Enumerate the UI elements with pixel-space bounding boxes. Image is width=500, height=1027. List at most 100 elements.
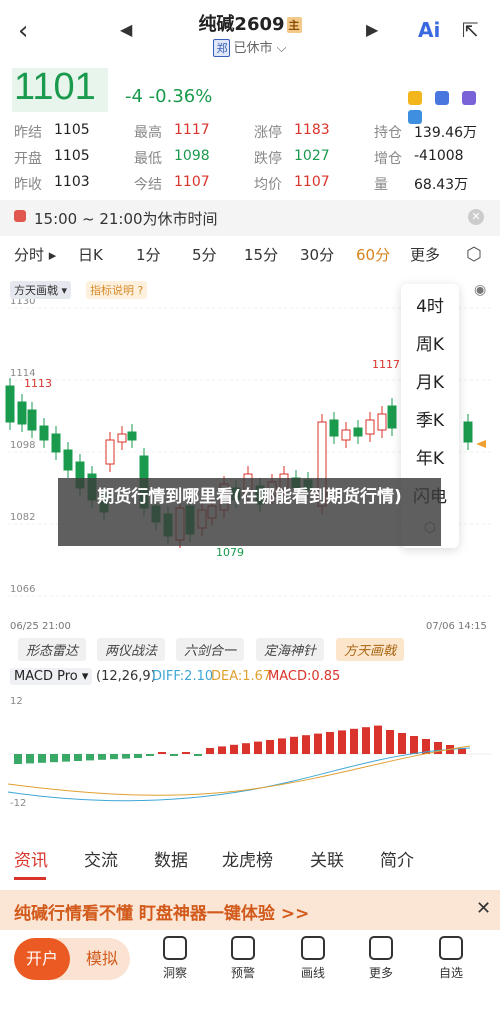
promo-bar[interactable]: 纯碱行情看不懂 盯盘神器一键体验 >> ✕	[0, 890, 500, 930]
macd-bar	[74, 754, 82, 761]
stat-value: 1098	[174, 148, 210, 164]
strategy-tags: 形态雷达 两仪战法 六剑合一 定海神针 方天画戟	[0, 638, 500, 662]
banner-text: 期货行情到哪里看(在哪能看到期货行情)	[97, 487, 402, 507]
candle-body	[105, 439, 115, 465]
period-tab[interactable]: 分时 ▸	[14, 244, 56, 265]
calendar-icon[interactable]	[435, 91, 450, 105]
stat-label: 增仓	[374, 151, 402, 167]
eye-icon[interactable]: ◉	[474, 282, 486, 298]
location-icon[interactable]	[462, 91, 477, 105]
period-tab[interactable]: 日K	[78, 244, 103, 265]
period-menu-item[interactable]: 年K	[401, 444, 459, 469]
period-tab[interactable]: 5分	[192, 244, 217, 265]
dock-item[interactable]: 画线	[288, 936, 338, 981]
stat-label: 昨结	[14, 125, 42, 141]
strategy-tag[interactable]: 六剑合一	[176, 638, 245, 661]
draw-line-icon	[301, 936, 325, 960]
info-tab[interactable]: 资讯	[14, 846, 48, 871]
macd-selector[interactable]: MACD Pro ▾	[10, 668, 93, 685]
macd-bar	[182, 752, 190, 754]
date-right-label: 07/06 14:15	[426, 621, 487, 632]
macd-bar	[326, 732, 334, 754]
stat-value: 68.43万	[414, 177, 469, 193]
stat-value: 1107	[294, 174, 330, 190]
market-status[interactable]: 郑已休市 ⌵	[190, 37, 310, 57]
dock-label: 预警	[230, 966, 255, 980]
stat-value: 1117	[174, 122, 210, 138]
macd-bar	[26, 754, 34, 764]
price-pointer-icon	[476, 440, 486, 448]
macd-bar	[50, 754, 58, 763]
price-change: -4 -0.36%	[125, 86, 213, 107]
info-tab[interactable]: 简介	[380, 846, 414, 871]
period-menu-item[interactable]: 月K	[401, 368, 459, 393]
dock-label: 更多	[368, 966, 393, 980]
stats-row: 昨收 1103 今结 1107 均价 1107 量 68.43万	[14, 174, 494, 200]
simulate-button[interactable]: 模拟	[74, 938, 130, 980]
macd-bar	[122, 754, 130, 759]
info-tab[interactable]: 交流	[84, 846, 118, 871]
stat-label: 跌停	[254, 151, 282, 167]
macd-y-bottom: -12	[10, 798, 26, 809]
info-tab[interactable]: 龙虎榜	[222, 846, 273, 871]
session-notice: 15:00 ~ 21:00为休市时间 ✕	[0, 200, 500, 236]
period-tab[interactable]: 15分	[244, 244, 278, 265]
candle-body	[117, 433, 127, 443]
session-text: 15:00 ~ 21:00为休市时间	[34, 210, 218, 228]
period-tab[interactable]: 1分	[136, 244, 161, 265]
period-tab[interactable]: 更多	[410, 244, 440, 265]
macd-bar	[194, 754, 202, 756]
period-menu-item[interactable]: 4时	[401, 292, 459, 317]
macd-header: MACD Pro ▾ (12,26,9) DIFF:2.10 DEA:1.67 …	[0, 668, 500, 690]
dock-label: 洞察	[162, 966, 187, 980]
candle-body	[463, 421, 473, 443]
candle-body	[27, 409, 37, 431]
next-contract-icon[interactable]: ▶	[366, 20, 378, 39]
period-menu-item[interactable]: 周K	[401, 330, 459, 355]
dock-item[interactable]: 洞察	[150, 936, 200, 981]
info-tab[interactable]: 数据	[154, 846, 188, 871]
macd-bar	[86, 754, 94, 761]
coin-icon[interactable]	[408, 91, 422, 105]
dock-item[interactable]: 更多	[356, 936, 406, 981]
stat-value: -41008	[414, 148, 464, 164]
open-account-button[interactable]: 开户	[14, 938, 70, 980]
stat-value: 1107	[174, 174, 210, 190]
candle-body	[387, 405, 397, 429]
ai-assistant-icon[interactable]: Ai	[418, 18, 440, 42]
strategy-tag[interactable]: 方天画戟	[336, 638, 405, 661]
share-icon[interactable]: ⇱	[462, 18, 479, 42]
y-axis-label: 1082	[10, 512, 35, 523]
y-axis-label: 1066	[10, 584, 35, 595]
back-icon[interactable]: ‹	[18, 16, 28, 46]
stats-row: 昨结 1105 最高 1117 涨停 1183 持仓 139.46万	[14, 122, 494, 148]
indicator-help-badge[interactable]: 指标说明 ?	[86, 281, 148, 299]
macd-bar	[254, 741, 262, 754]
period-tab[interactable]: 60分	[356, 244, 390, 265]
settings-hexagon-icon[interactable]: ⬡	[466, 244, 482, 265]
macd-bar	[62, 754, 70, 762]
macd-bar	[218, 746, 226, 754]
strategy-tag[interactable]: 两仪战法	[97, 638, 166, 661]
macd-bar	[230, 744, 238, 754]
macd-chart[interactable]: 12 -12	[0, 692, 500, 812]
top-bar: ‹ ◀ 纯碱2609 主 郑已休市 ⌵ ▶ Ai ⇱	[0, 0, 500, 62]
strategy-tag[interactable]: 定海神针	[256, 638, 325, 661]
stat-label: 涨停	[254, 125, 282, 141]
more-icon	[369, 936, 393, 960]
strategy-tag[interactable]: 形态雷达	[18, 638, 87, 661]
macd-bar	[158, 752, 166, 754]
candle-body	[17, 401, 27, 425]
stat-label: 今结	[134, 177, 162, 193]
dock-item[interactable]: 自选	[426, 936, 476, 981]
article-banner: 期货行情到哪里看(在哪能看到期货行情)	[58, 478, 441, 546]
close-promo-icon[interactable]: ✕	[476, 898, 491, 919]
macd-bar	[98, 754, 106, 760]
previous-contract-icon[interactable]: ◀	[120, 20, 132, 39]
period-tab[interactable]: 30分	[300, 244, 334, 265]
dock-item[interactable]: 预警	[218, 936, 268, 981]
period-menu-item[interactable]: 季K	[401, 406, 459, 431]
indicator-badge[interactable]: 方天画戟 ▾	[10, 281, 72, 299]
close-icon[interactable]: ✕	[468, 209, 484, 225]
info-tab[interactable]: 关联	[310, 846, 344, 871]
